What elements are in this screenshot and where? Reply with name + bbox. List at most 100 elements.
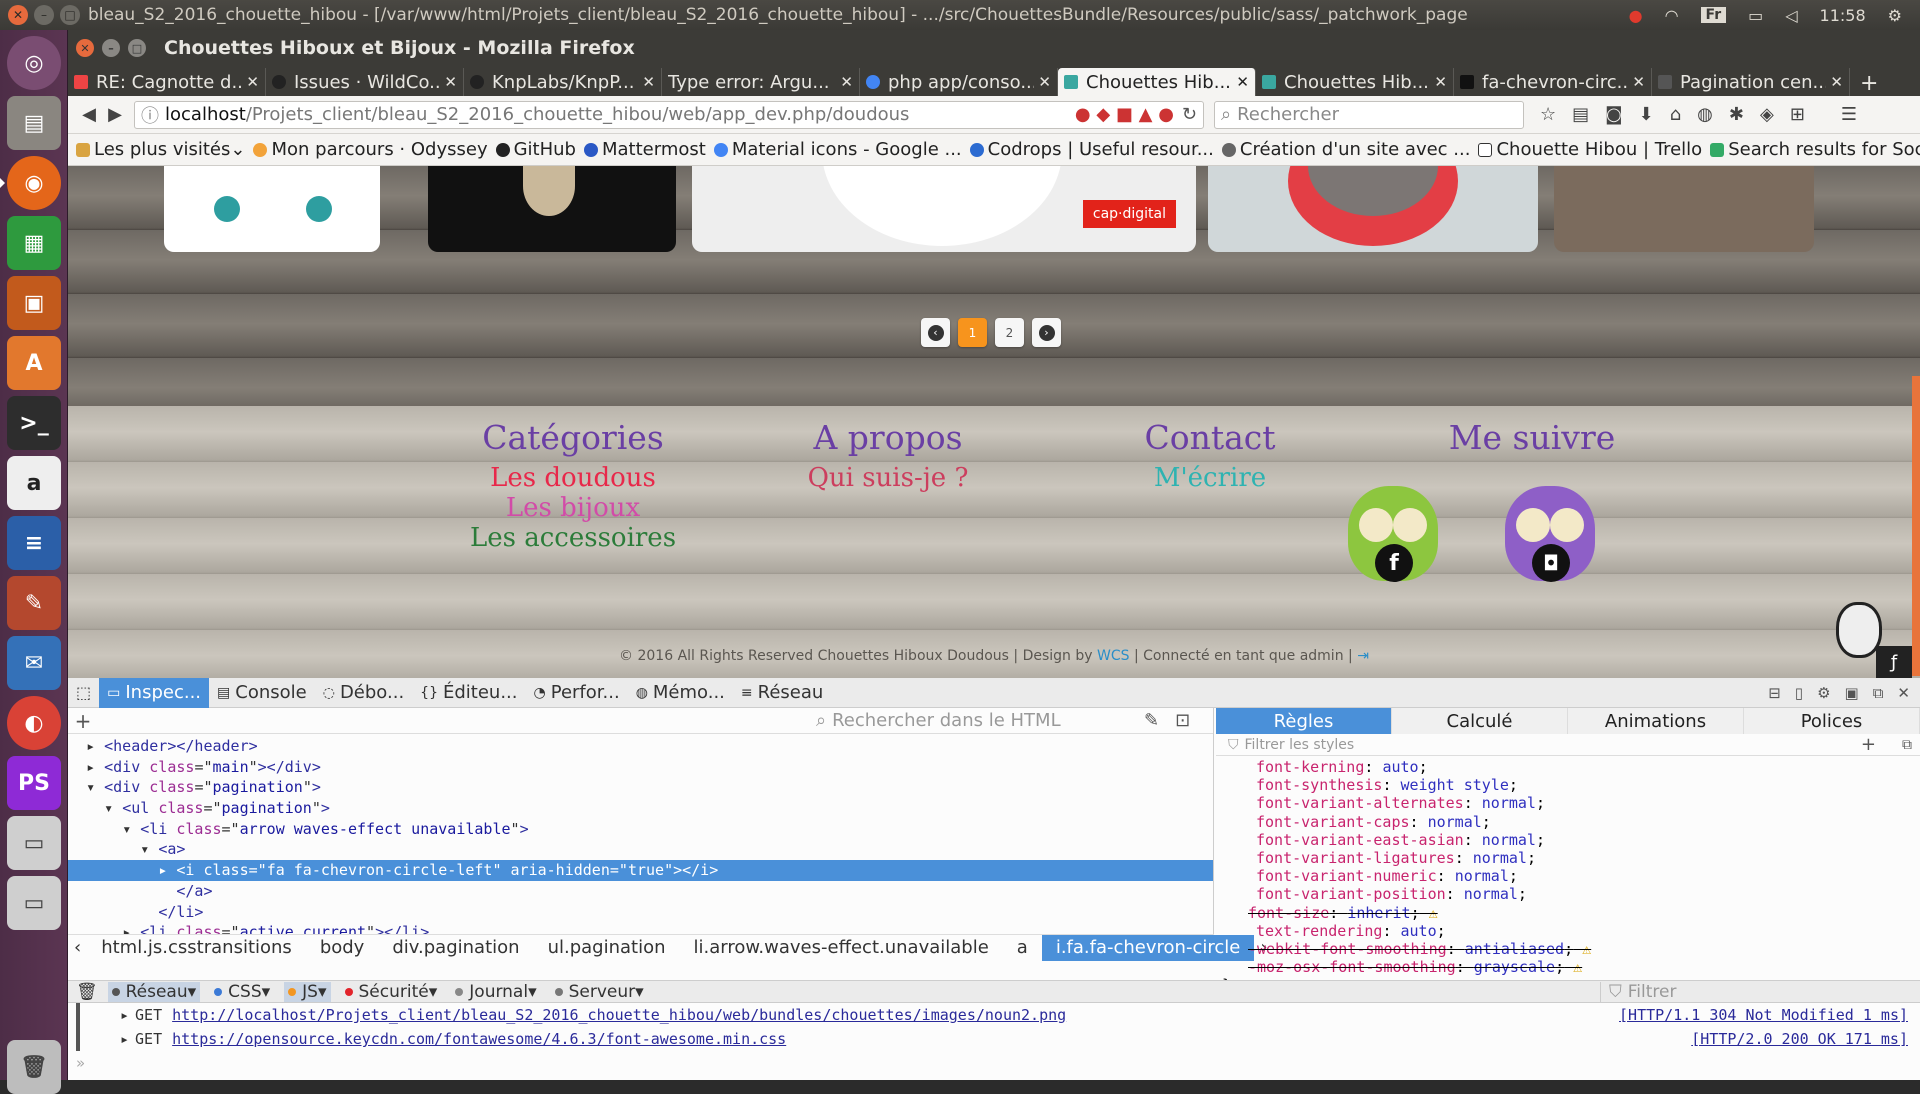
product-thumbnail[interactable]: cap·digital: [692, 166, 1196, 252]
close-window-button[interactable]: ✕: [8, 5, 28, 25]
eyedropper-icon[interactable]: ✎: [1144, 710, 1159, 731]
trash-icon[interactable]: 🗑: [7, 1040, 61, 1094]
style-filter-input[interactable]: ⛉ Filtrer les styles + ⧉: [1216, 734, 1920, 756]
browser-tab[interactable]: Chouettes Hib... ✕: [1256, 68, 1454, 96]
product-thumbnail[interactable]: [164, 166, 380, 252]
tab-fonts[interactable]: Polices: [1744, 708, 1920, 734]
close-tab-icon[interactable]: ✕: [246, 73, 259, 91]
sync-icon[interactable]: ◍: [1697, 104, 1713, 125]
close-icon[interactable]: ✕: [76, 39, 94, 57]
messaging-icon[interactable]: ✉: [7, 636, 61, 690]
breadcrumb-scroll-left-icon[interactable]: ‹: [68, 937, 87, 958]
close-tab-icon[interactable]: ✕: [840, 73, 853, 91]
console-log-line[interactable]: ▸ GET https://opensource.keycdn.com/font…: [76, 1027, 1920, 1051]
system-settings-icon[interactable]: ✎: [7, 576, 61, 630]
css-declaration[interactable]: text-rendering: auto;: [1256, 922, 1920, 940]
css-declaration[interactable]: -moz-osx-font-smoothing: grayscale; ⚠: [1248, 958, 1920, 976]
product-thumbnail[interactable]: [1554, 166, 1814, 252]
request-url[interactable]: https://opensource.keycdn.com/fontawesom…: [172, 1030, 786, 1048]
css-declaration[interactable]: -webkit-font-smoothing: antialiased; ⚠: [1248, 940, 1920, 958]
filter-logging[interactable]: Journal ▾: [451, 982, 540, 1002]
toggle-pseudo-icon[interactable]: ⧉: [1902, 737, 1912, 753]
html-search-input[interactable]: ⌕ Rechercher dans le HTML: [816, 710, 1136, 731]
breadcrumb-item[interactable]: li.arrow.waves-effect.unavailable: [680, 937, 1003, 958]
breadcrumb-item[interactable]: body: [306, 937, 379, 958]
clock[interactable]: 11:58: [1820, 6, 1866, 25]
responsive-icon[interactable]: ▯: [1795, 684, 1803, 702]
css-declaration[interactable]: font-kerning: auto;: [1256, 758, 1920, 776]
settings-gear-icon[interactable]: ⚙: [1888, 6, 1902, 25]
wcs-link[interactable]: WCS: [1097, 648, 1130, 664]
filter-server[interactable]: Serveur ▾: [551, 982, 648, 1002]
bookmark-item[interactable]: Chouette Hibou | Trello: [1478, 139, 1702, 160]
expand-arrow-icon[interactable]: ▾: [104, 799, 113, 817]
tab-memory[interactable]: ◍ Mémo...: [628, 678, 733, 708]
pagination-prev-button[interactable]: ‹: [921, 318, 950, 347]
update-icon[interactable]: ●: [1629, 6, 1643, 25]
expand-arrow-icon[interactable]: ▾: [122, 820, 131, 838]
expand-arrow-icon[interactable]: ▸: [86, 737, 95, 755]
css-declaration[interactable]: font-size: inherit; ⚠: [1248, 904, 1920, 922]
screenshot-icon[interactable]: ⊡: [1175, 710, 1190, 731]
browser-tab[interactable]: fa-chevron-circ... ✕: [1454, 68, 1652, 96]
close-tab-icon[interactable]: ✕: [444, 73, 457, 91]
filter-css[interactable]: CSS ▾: [210, 982, 274, 1002]
bookmark-item[interactable]: Mon parcours · Odyssey: [253, 139, 488, 160]
addon-icon[interactable]: ◈: [1760, 104, 1774, 125]
add-rule-icon[interactable]: +: [1861, 734, 1876, 755]
close-tab-icon[interactable]: ✕: [1830, 73, 1843, 91]
home-icon[interactable]: ⌂: [1670, 104, 1681, 125]
tab-network[interactable]: ≡ Réseau: [733, 678, 831, 708]
close-tab-icon[interactable]: ✕: [1632, 73, 1645, 91]
breadcrumb-item[interactable]: a: [1003, 937, 1042, 958]
devtools-settings-icon[interactable]: ⚙: [1817, 684, 1830, 702]
pagination-page-current[interactable]: 1: [958, 318, 987, 347]
console-filter-input[interactable]: ⛉ Filtrer: [1600, 981, 1920, 1002]
expand-arrow-icon[interactable]: ▾: [140, 840, 149, 858]
request-url[interactable]: http://localhost/Projets_client/bleau_S2…: [172, 1006, 1066, 1024]
browser-tab[interactable]: KnpLabs/KnpP... ✕: [464, 68, 662, 96]
pagination-next-button[interactable]: ›: [1032, 318, 1061, 347]
expand-arrow-icon[interactable]: [140, 903, 149, 921]
filter-security[interactable]: Sécurité ▾: [341, 982, 442, 1002]
browser-tab[interactable]: RE: Cagnotte d... ✕: [68, 68, 266, 96]
expand-arrow-icon[interactable]: [158, 882, 167, 900]
pick-element-icon[interactable]: ⬚: [68, 678, 99, 708]
maximize-icon[interactable]: □: [128, 39, 146, 57]
close-tab-icon[interactable]: ✕: [1038, 73, 1051, 91]
bookmark-item[interactable]: Search results for Social...: [1710, 139, 1920, 160]
product-thumbnail[interactable]: [428, 166, 676, 252]
presentation-icon[interactable]: ▣: [7, 276, 61, 330]
console-input[interactable]: »: [68, 1051, 1920, 1075]
browser-tab[interactable]: Type error: Argu... ✕: [662, 68, 860, 96]
spreadsheet-icon[interactable]: ▦: [7, 216, 61, 270]
tab-inspector[interactable]: ▭ Inspec...: [99, 677, 210, 708]
css-declaration[interactable]: font-variant-ligatures: normal;: [1256, 849, 1920, 867]
browser-tab[interactable]: Issues · WildCo... ✕: [266, 68, 464, 96]
bookmark-item[interactable]: Material icons - Google ...: [713, 139, 962, 160]
amazon-icon[interactable]: a: [7, 456, 61, 510]
instagram-owl-link[interactable]: ◘: [1500, 486, 1600, 596]
add-node-icon[interactable]: +: [68, 709, 98, 733]
close-tab-icon[interactable]: ✕: [1236, 73, 1249, 91]
close-tab-icon[interactable]: ✕: [1434, 73, 1447, 91]
new-tab-button[interactable]: +: [1850, 71, 1888, 96]
facebook-owl-link[interactable]: f: [1343, 486, 1443, 596]
expand-arrow-icon[interactable]: ▸: [120, 1006, 129, 1024]
files-icon[interactable]: ▤: [7, 96, 61, 150]
clear-console-icon[interactable]: 🗑: [76, 982, 98, 1002]
html-node-row[interactable]: ▸ <i class="fa fa-chevron-circle-left" a…: [68, 860, 1213, 881]
bookmark-item[interactable]: Codrops | Useful resour...: [969, 139, 1214, 160]
symfony-toolbar-icon[interactable]: ƒ: [1876, 646, 1912, 678]
filter-network[interactable]: Réseau ▾: [107, 981, 201, 1002]
css-declaration[interactable]: font-synthesis: weight style;: [1256, 776, 1920, 794]
phpstorm-icon[interactable]: PS: [7, 756, 61, 810]
tab-debugger[interactable]: ◌ Débo...: [315, 678, 412, 708]
css-declaration[interactable]: font-variant-numeric: normal;: [1256, 867, 1920, 885]
html-node-row[interactable]: ▾ <a>: [68, 839, 1213, 860]
html-node-row[interactable]: ▾ <div class="pagination">: [68, 777, 1213, 798]
html-node-row[interactable]: ▸ <div class="main"></div>: [68, 757, 1213, 778]
css-declaration[interactable]: font-variant-position: normal;: [1256, 885, 1920, 903]
expand-arrow-icon[interactable]: ▸: [158, 861, 167, 879]
pocket-icon[interactable]: ◙: [1605, 104, 1622, 125]
